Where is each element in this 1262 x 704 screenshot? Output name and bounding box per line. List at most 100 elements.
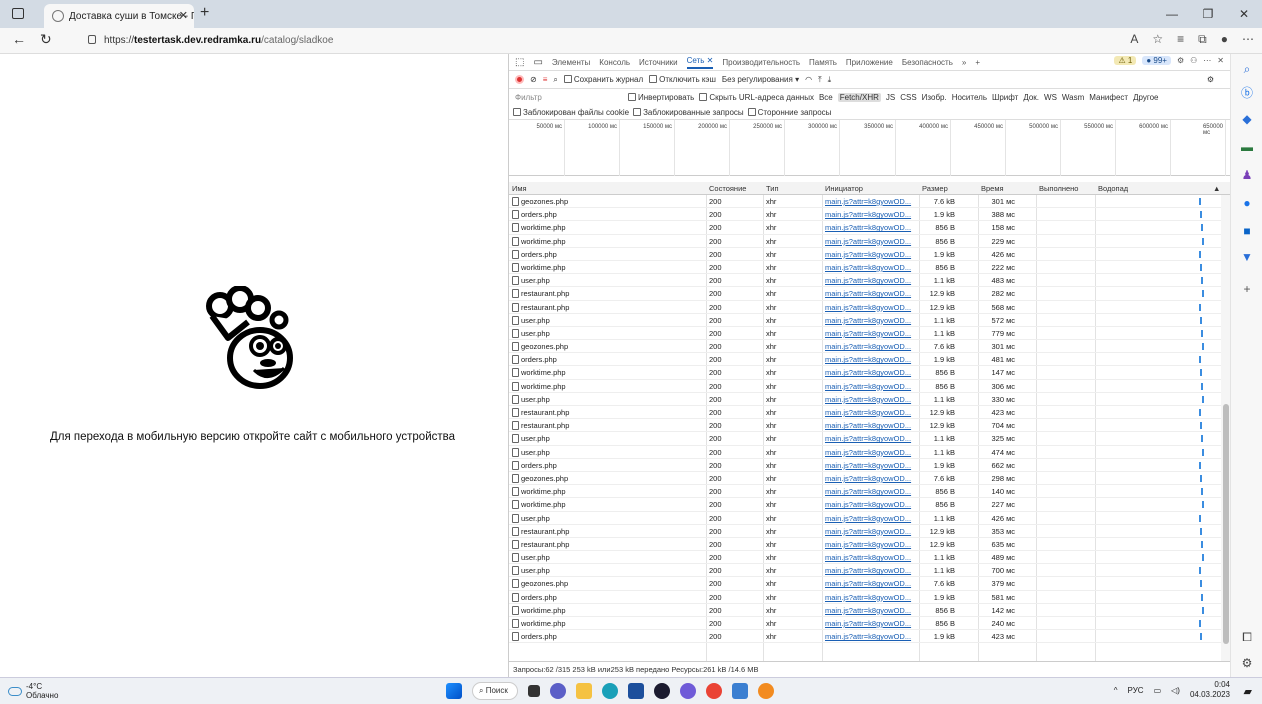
type-img[interactable]: Изобр. <box>922 93 947 102</box>
type-media[interactable]: Носитель <box>952 93 987 102</box>
cell-initiator[interactable]: main.js?attr=k8gyowOD... <box>825 448 911 457</box>
tray-overflow-icon[interactable]: ^ <box>1114 686 1118 695</box>
cell-initiator[interactable]: main.js?attr=k8gyowOD... <box>825 619 911 628</box>
table-row[interactable]: geozones.php 200 xhr main.js?attr=k8gyowOD.… <box>509 340 1221 354</box>
table-row[interactable]: worktime.php 200 xhr main.js?attr=k8gyowOD.… <box>509 221 1221 235</box>
table-row[interactable]: orders.php 200 xhr main.js?attr=k8gyowOD...… <box>509 248 1221 261</box>
cell-initiator[interactable]: main.js?attr=k8gyowOD... <box>825 223 911 232</box>
browser-tab[interactable]: Доставка суши в Томске - Панд ✕ <box>44 4 194 28</box>
type-css[interactable]: CSS <box>900 93 916 102</box>
table-row[interactable]: restaurant.php 200 xhr main.js?attr=k8gyowO… <box>509 538 1221 552</box>
cell-initiator[interactable]: main.js?attr=k8gyowOD... <box>825 276 911 285</box>
tab-security[interactable]: Безопасность <box>902 58 953 67</box>
table-row[interactable]: orders.php 200 xhr main.js?attr=k8gyowOD...… <box>509 459 1221 472</box>
table-row[interactable]: worktime.php 200 xhr main.js?attr=k8gyowOD.… <box>509 380 1221 393</box>
type-wasm[interactable]: Wasm <box>1062 93 1084 102</box>
table-row[interactable]: user.php 200 xhr main.js?attr=k8gyowOD... 1.… <box>509 512 1221 525</box>
table-row[interactable]: worktime.php 200 xhr main.js?attr=k8gyowOD.… <box>509 235 1221 248</box>
close-devtools-icon[interactable]: ✕ <box>1217 56 1224 65</box>
table-row[interactable]: worktime.php 200 xhr main.js?attr=k8gyowOD.… <box>509 261 1221 275</box>
table-row[interactable]: user.php 200 xhr main.js?attr=k8gyowOD... 1.… <box>509 564 1221 578</box>
type-font[interactable]: Шрифт <box>992 93 1018 102</box>
cell-initiator[interactable]: main.js?attr=k8gyowOD... <box>825 632 911 641</box>
invert-checkbox[interactable]: Инвертировать <box>628 93 694 102</box>
scrollbar-thumb[interactable] <box>1223 404 1229 644</box>
inspect-icon[interactable]: ⬚ <box>515 57 524 68</box>
throttling-select[interactable]: Без регулирования ▾ <box>722 75 799 84</box>
cell-initiator[interactable]: main.js?attr=k8gyowOD... <box>825 237 911 246</box>
url-field[interactable]: https://testertask.dev.redramka.ru/catal… <box>80 31 1080 51</box>
cell-initiator[interactable]: main.js?attr=k8gyowOD... <box>825 500 911 509</box>
firefox-icon[interactable] <box>758 683 774 699</box>
notifications-icon[interactable]: ▰ <box>1244 685 1252 698</box>
table-row[interactable]: user.php 200 xhr main.js?attr=k8gyowOD... 1.… <box>509 446 1221 459</box>
filter-input[interactable]: Фильтр <box>513 93 623 102</box>
warnings-badge[interactable]: ⚠ 1 <box>1114 56 1137 65</box>
collections-icon[interactable]: ⧉ <box>1198 32 1207 47</box>
task-view-icon[interactable] <box>528 685 540 697</box>
file-explorer-icon[interactable] <box>576 683 592 699</box>
table-row[interactable]: geozones.php 200 xhr main.js?attr=k8gyowOD.… <box>509 195 1221 209</box>
clock[interactable]: 0:04 04.03.2023 <box>1190 680 1230 700</box>
blocked-cookies-checkbox[interactable]: Заблокирован файлы cookie <box>513 108 629 117</box>
search-icon[interactable]: ⌕ <box>553 75 557 85</box>
tab-console[interactable]: Консоль <box>599 58 630 67</box>
col-type[interactable]: Тип <box>766 184 779 193</box>
telegram-icon[interactable] <box>732 683 748 699</box>
close-tab-icon[interactable]: ✕ <box>179 9 188 22</box>
col-fulfilled[interactable]: Выполнено <box>1039 184 1078 193</box>
col-initiator[interactable]: Инициатор <box>825 184 863 193</box>
back-icon[interactable]: ← <box>12 31 26 48</box>
cell-initiator[interactable]: main.js?attr=k8gyowOD... <box>825 434 911 443</box>
favorite-star-icon[interactable]: ☆ <box>1152 32 1163 47</box>
edge-icon[interactable] <box>602 683 618 699</box>
cell-initiator[interactable]: main.js?attr=k8gyowOD... <box>825 382 911 391</box>
tab-actions-icon[interactable] <box>12 8 24 19</box>
cell-initiator[interactable]: main.js?attr=k8gyowOD... <box>825 355 911 364</box>
split-screen-icon[interactable]: ⧠ <box>1240 630 1254 644</box>
tab-elements[interactable]: Элементы <box>552 58 590 67</box>
third-party-checkbox[interactable]: Сторонние запросы <box>747 108 831 117</box>
add-tab-icon[interactable]: + <box>975 58 980 67</box>
cell-initiator[interactable]: main.js?attr=k8gyowOD... <box>825 368 911 377</box>
type-js[interactable]: JS <box>886 93 895 102</box>
table-row[interactable]: worktime.php 200 xhr main.js?attr=k8gyowOD.… <box>509 604 1221 617</box>
sort-up-icon[interactable]: ▲ <box>1213 184 1220 193</box>
cell-initiator[interactable]: main.js?attr=k8gyowOD... <box>825 408 911 417</box>
shopping-tag-icon[interactable]: ◆ <box>1240 112 1254 126</box>
cell-initiator[interactable]: main.js?attr=k8gyowOD... <box>825 514 911 523</box>
minimize-icon[interactable]: — <box>1154 0 1190 28</box>
table-row[interactable]: user.php 200 xhr main.js?attr=k8gyowOD... 1.… <box>509 327 1221 341</box>
table-row[interactable]: worktime.php 200 xhr main.js?attr=k8gyowOD.… <box>509 485 1221 499</box>
type-all[interactable]: Все <box>819 93 833 102</box>
cell-initiator[interactable]: main.js?attr=k8gyowOD... <box>825 342 911 351</box>
weather-widget[interactable]: -4°C Облачно <box>8 682 58 700</box>
tab-memory[interactable]: Память <box>809 58 837 67</box>
lock-icon[interactable] <box>88 35 96 44</box>
sidebar-settings-icon[interactable]: ⚙ <box>1240 656 1254 670</box>
table-row[interactable]: orders.php 200 xhr main.js?attr=k8gyowOD...… <box>509 353 1221 367</box>
cell-initiator[interactable]: main.js?attr=k8gyowOD... <box>825 395 911 404</box>
device-toggle-icon[interactable]: ▭ <box>533 57 542 68</box>
start-icon[interactable] <box>446 683 462 699</box>
network-settings-icon[interactable]: ⚙ <box>1207 75 1214 84</box>
record-icon[interactable] <box>515 75 524 84</box>
table-row[interactable]: user.php 200 xhr main.js?attr=k8gyowOD... 1.… <box>509 274 1221 288</box>
tools-icon[interactable]: ▬ <box>1240 140 1254 154</box>
type-fetch-xhr[interactable]: Fetch/XHR <box>837 93 881 102</box>
table-row[interactable]: user.php 200 xhr main.js?attr=k8gyowOD... 1.… <box>509 314 1221 327</box>
add-sidebar-icon[interactable]: + <box>1240 282 1254 296</box>
table-row[interactable]: orders.php 200 xhr main.js?attr=k8gyowOD...… <box>509 208 1221 222</box>
type-other[interactable]: Другое <box>1133 93 1158 102</box>
tab-sources[interactable]: Источники <box>639 58 678 67</box>
table-row[interactable]: orders.php 200 xhr main.js?attr=k8gyowOD...… <box>509 630 1221 644</box>
table-row[interactable]: orders.php 200 xhr main.js?attr=k8gyowOD...… <box>509 591 1221 604</box>
type-doc[interactable]: Док. <box>1023 93 1039 102</box>
type-manifest[interactable]: Манифест <box>1089 93 1128 102</box>
wifi-icon[interactable]: ◠ <box>805 75 812 84</box>
more-icon[interactable]: ⋯ <box>1242 32 1254 47</box>
feedback-icon[interactable]: ⚇ <box>1190 56 1197 65</box>
search-icon[interactable]: ⌕ <box>1240 62 1254 76</box>
network-icon[interactable]: ▭ <box>1154 686 1162 695</box>
cell-initiator[interactable]: main.js?attr=k8gyowOD... <box>825 316 911 325</box>
